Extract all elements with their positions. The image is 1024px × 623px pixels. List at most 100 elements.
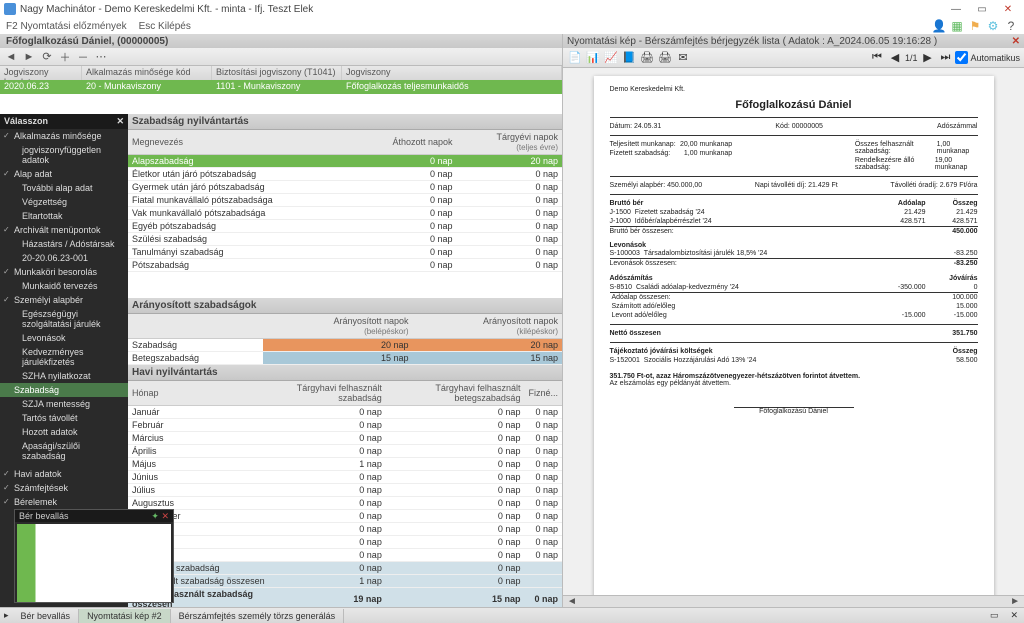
excel-icon[interactable]: 📊: [585, 50, 601, 66]
excel2-icon[interactable]: 📈: [603, 50, 619, 66]
preview-scrollbar[interactable]: ◄ ►: [563, 595, 1024, 607]
sidebar-item[interactable]: Számfejtések: [0, 481, 128, 495]
sidebar-item[interactable]: Végzettség: [0, 195, 128, 209]
sidebar-item[interactable]: Alkalmazás minősége: [0, 129, 128, 143]
table-row[interactable]: Május1 nap0 nap0 nap: [128, 458, 562, 471]
prev-page-icon[interactable]: ◀: [887, 50, 903, 66]
selected-row[interactable]: 2020.06.23 20 - Munkaviszony 1101 - Munk…: [0, 80, 562, 94]
table-row[interactable]: Február0 nap0 nap0 nap: [128, 419, 562, 432]
table-row[interactable]: Szülési szabadság0 nap0 nap: [128, 233, 562, 246]
sidebar-close-icon[interactable]: ✕: [116, 116, 124, 127]
table-row[interactable]: December0 nap0 nap0 nap: [128, 549, 562, 562]
menu-f2[interactable]: F2 Nyomtatási előzmények: [6, 21, 127, 32]
table-row[interactable]: Június0 nap0 nap0 nap: [128, 471, 562, 484]
apps-icon[interactable]: ▦: [950, 19, 964, 33]
table-row[interactable]: Fiatal munkavállaló pótszabadsága0 nap0 …: [128, 194, 562, 207]
sidebar-item[interactable]: Házastárs / Adóstársak: [0, 237, 128, 251]
sidebar-item[interactable]: Személyi alapbér: [0, 293, 128, 307]
footer-close-icon[interactable]: ✕: [1004, 608, 1024, 623]
table-row[interactable]: Július0 nap0 nap0 nap: [128, 484, 562, 497]
maximize-button[interactable]: ▭: [970, 2, 994, 16]
sidebar-item[interactable]: Eltartottak: [0, 209, 128, 223]
user-icon[interactable]: 👤: [932, 19, 946, 33]
fwd-icon[interactable]: ►: [22, 50, 36, 64]
preview-thumbnail[interactable]: Bér bevallás ✦ ✕: [14, 509, 174, 603]
footer-tab[interactable]: Bér bevallás: [13, 609, 80, 623]
last-page-icon[interactable]: ⏭: [937, 50, 953, 66]
refresh-icon[interactable]: ⟳: [40, 50, 54, 64]
table-row[interactable]: Fel nem használt szabadság összesen19 na…: [128, 588, 562, 608]
table-row[interactable]: Életkor után járó pótszabadság0 nap0 nap: [128, 168, 562, 181]
table-row[interactable]: Egyéb pótszabadság0 nap0 nap: [128, 220, 562, 233]
table-row[interactable]: Vak munkavállaló pótszabadsága0 nap0 nap: [128, 207, 562, 220]
footer-expand-icon[interactable]: ▸: [0, 610, 13, 621]
more-icon[interactable]: ⋯: [94, 50, 108, 64]
table-row[interactable]: Január0 nap0 nap0 nap: [128, 406, 562, 419]
table-row[interactable]: November0 nap0 nap0 nap: [128, 536, 562, 549]
print-icon[interactable]: 🖨: [639, 50, 655, 66]
sidebar-item[interactable]: Havi adatok: [0, 467, 128, 481]
menu-esc[interactable]: Esc Kilépés: [139, 21, 191, 32]
footer-minimize-icon[interactable]: ▭: [984, 608, 1005, 623]
footer-tabs: ▸ Bér bevallásNyomtatási kép #2Bérszámfe…: [0, 607, 1024, 623]
sidebar-item[interactable]: Munkaidő tervezés: [0, 279, 128, 293]
table-row[interactable]: Március0 nap0 nap0 nap: [128, 432, 562, 445]
table-row[interactable]: Augusztus0 nap0 nap0 nap: [128, 497, 562, 510]
minimize-button[interactable]: —: [944, 2, 968, 16]
sidebar-item[interactable]: Tartós távollét: [0, 411, 128, 425]
close-button[interactable]: ✕: [996, 2, 1020, 16]
table-row[interactable]: Szeptember0 nap0 nap0 nap: [128, 510, 562, 523]
sidebar-item[interactable]: Archivált menüpontok: [0, 223, 128, 237]
footer-tab[interactable]: Nyomtatási kép #2: [79, 609, 171, 623]
word-icon[interactable]: 📘: [621, 50, 637, 66]
remove-icon[interactable]: －: [76, 50, 90, 64]
pdf-icon[interactable]: 📄: [567, 50, 583, 66]
scroll-right-icon[interactable]: ►: [1010, 596, 1020, 607]
sidebar-item[interactable]: További alap adat: [0, 181, 128, 195]
add-icon[interactable]: ＋: [58, 50, 72, 64]
sidebar-item[interactable]: Bérelemek: [0, 495, 128, 509]
szabadsag-header: Szabadság nyilvántartás: [128, 114, 562, 130]
sidebar-item[interactable]: Apasági/szülői szabadság: [0, 439, 128, 463]
footer-tab[interactable]: Bérszámfejtés személy törzs generálás: [171, 609, 345, 623]
settings-icon[interactable]: ⚙: [986, 19, 1000, 33]
help-icon[interactable]: ?: [1004, 19, 1018, 33]
table-row[interactable]: Alapszabadság0 nap20 nap: [128, 155, 562, 168]
sidebar-item[interactable]: SZJA mentesség: [0, 397, 128, 411]
back-icon[interactable]: ◄: [4, 50, 18, 64]
preview-close-icon[interactable]: ✕: [1012, 36, 1020, 47]
table-row[interactable]: Szabadság20 nap20 nap: [128, 339, 562, 352]
table-row[interactable]: Április0 nap0 nap0 nap: [128, 445, 562, 458]
person-header: Főfoglalkozású Dániel, (00000005): [0, 34, 562, 48]
thumb-close-icon[interactable]: ✕: [161, 511, 169, 521]
printer2-icon[interactable]: 🖨: [657, 50, 673, 66]
sidebar-item[interactable]: Hozott adatok: [0, 425, 128, 439]
first-page-icon[interactable]: ⏮: [869, 50, 885, 66]
table-row[interactable]: Tanulmányi szabadság0 nap0 nap: [128, 246, 562, 259]
preview-header: Nyomtatási kép - Bérszámfejtés bérjegyzé…: [563, 34, 1024, 48]
sidebar-item[interactable]: Kedvezményes járulékfizetés: [0, 345, 128, 369]
next-page-icon[interactable]: ▶: [919, 50, 935, 66]
sidebar-header: Válasszon ✕: [0, 114, 128, 129]
sidebar-item[interactable]: Egészségügyi szolgáltatási járulék: [0, 307, 128, 331]
menubar: F2 Nyomtatási előzmények Esc Kilépés 👤 ▦…: [0, 18, 1024, 34]
mail-icon[interactable]: ✉: [675, 50, 691, 66]
sidebar-item[interactable]: Alap adat: [0, 167, 128, 181]
flag-icon[interactable]: ⚑: [968, 19, 982, 33]
table-row[interactable]: Október0 nap0 nap0 nap: [128, 523, 562, 536]
sidebar-item[interactable]: Szabadság: [0, 383, 128, 397]
sidebar-item[interactable]: Munkaköri besorolás: [0, 265, 128, 279]
table-row[interactable]: Pótszabadság0 nap0 nap: [128, 259, 562, 272]
person-name: Főfoglalkozású Dániel, (00000005): [6, 36, 168, 47]
scroll-left-icon[interactable]: ◄: [567, 596, 577, 607]
sidebar-item[interactable]: 20-20.06.23-001: [0, 251, 128, 265]
sidebar-item[interactable]: jogviszonyfüggetlen adatok: [0, 143, 128, 167]
sidebar-item[interactable]: Levonások: [0, 331, 128, 345]
thumb-pin-icon[interactable]: ✦: [151, 511, 159, 521]
table-row[interactable]: Betegszabadság15 nap15 nap: [128, 352, 562, 365]
sidebar-item[interactable]: SZHA nyilatkozat: [0, 369, 128, 383]
table-row[interactable]: Felhasznált szabadság összesen1 nap0 nap: [128, 575, 562, 588]
auto-checkbox[interactable]: [955, 51, 968, 64]
table-row[interactable]: Gyermek után járó pótszabadság0 nap0 nap: [128, 181, 562, 194]
table-row[interactable]: Megváltott szabadság0 nap0 nap: [128, 562, 562, 575]
